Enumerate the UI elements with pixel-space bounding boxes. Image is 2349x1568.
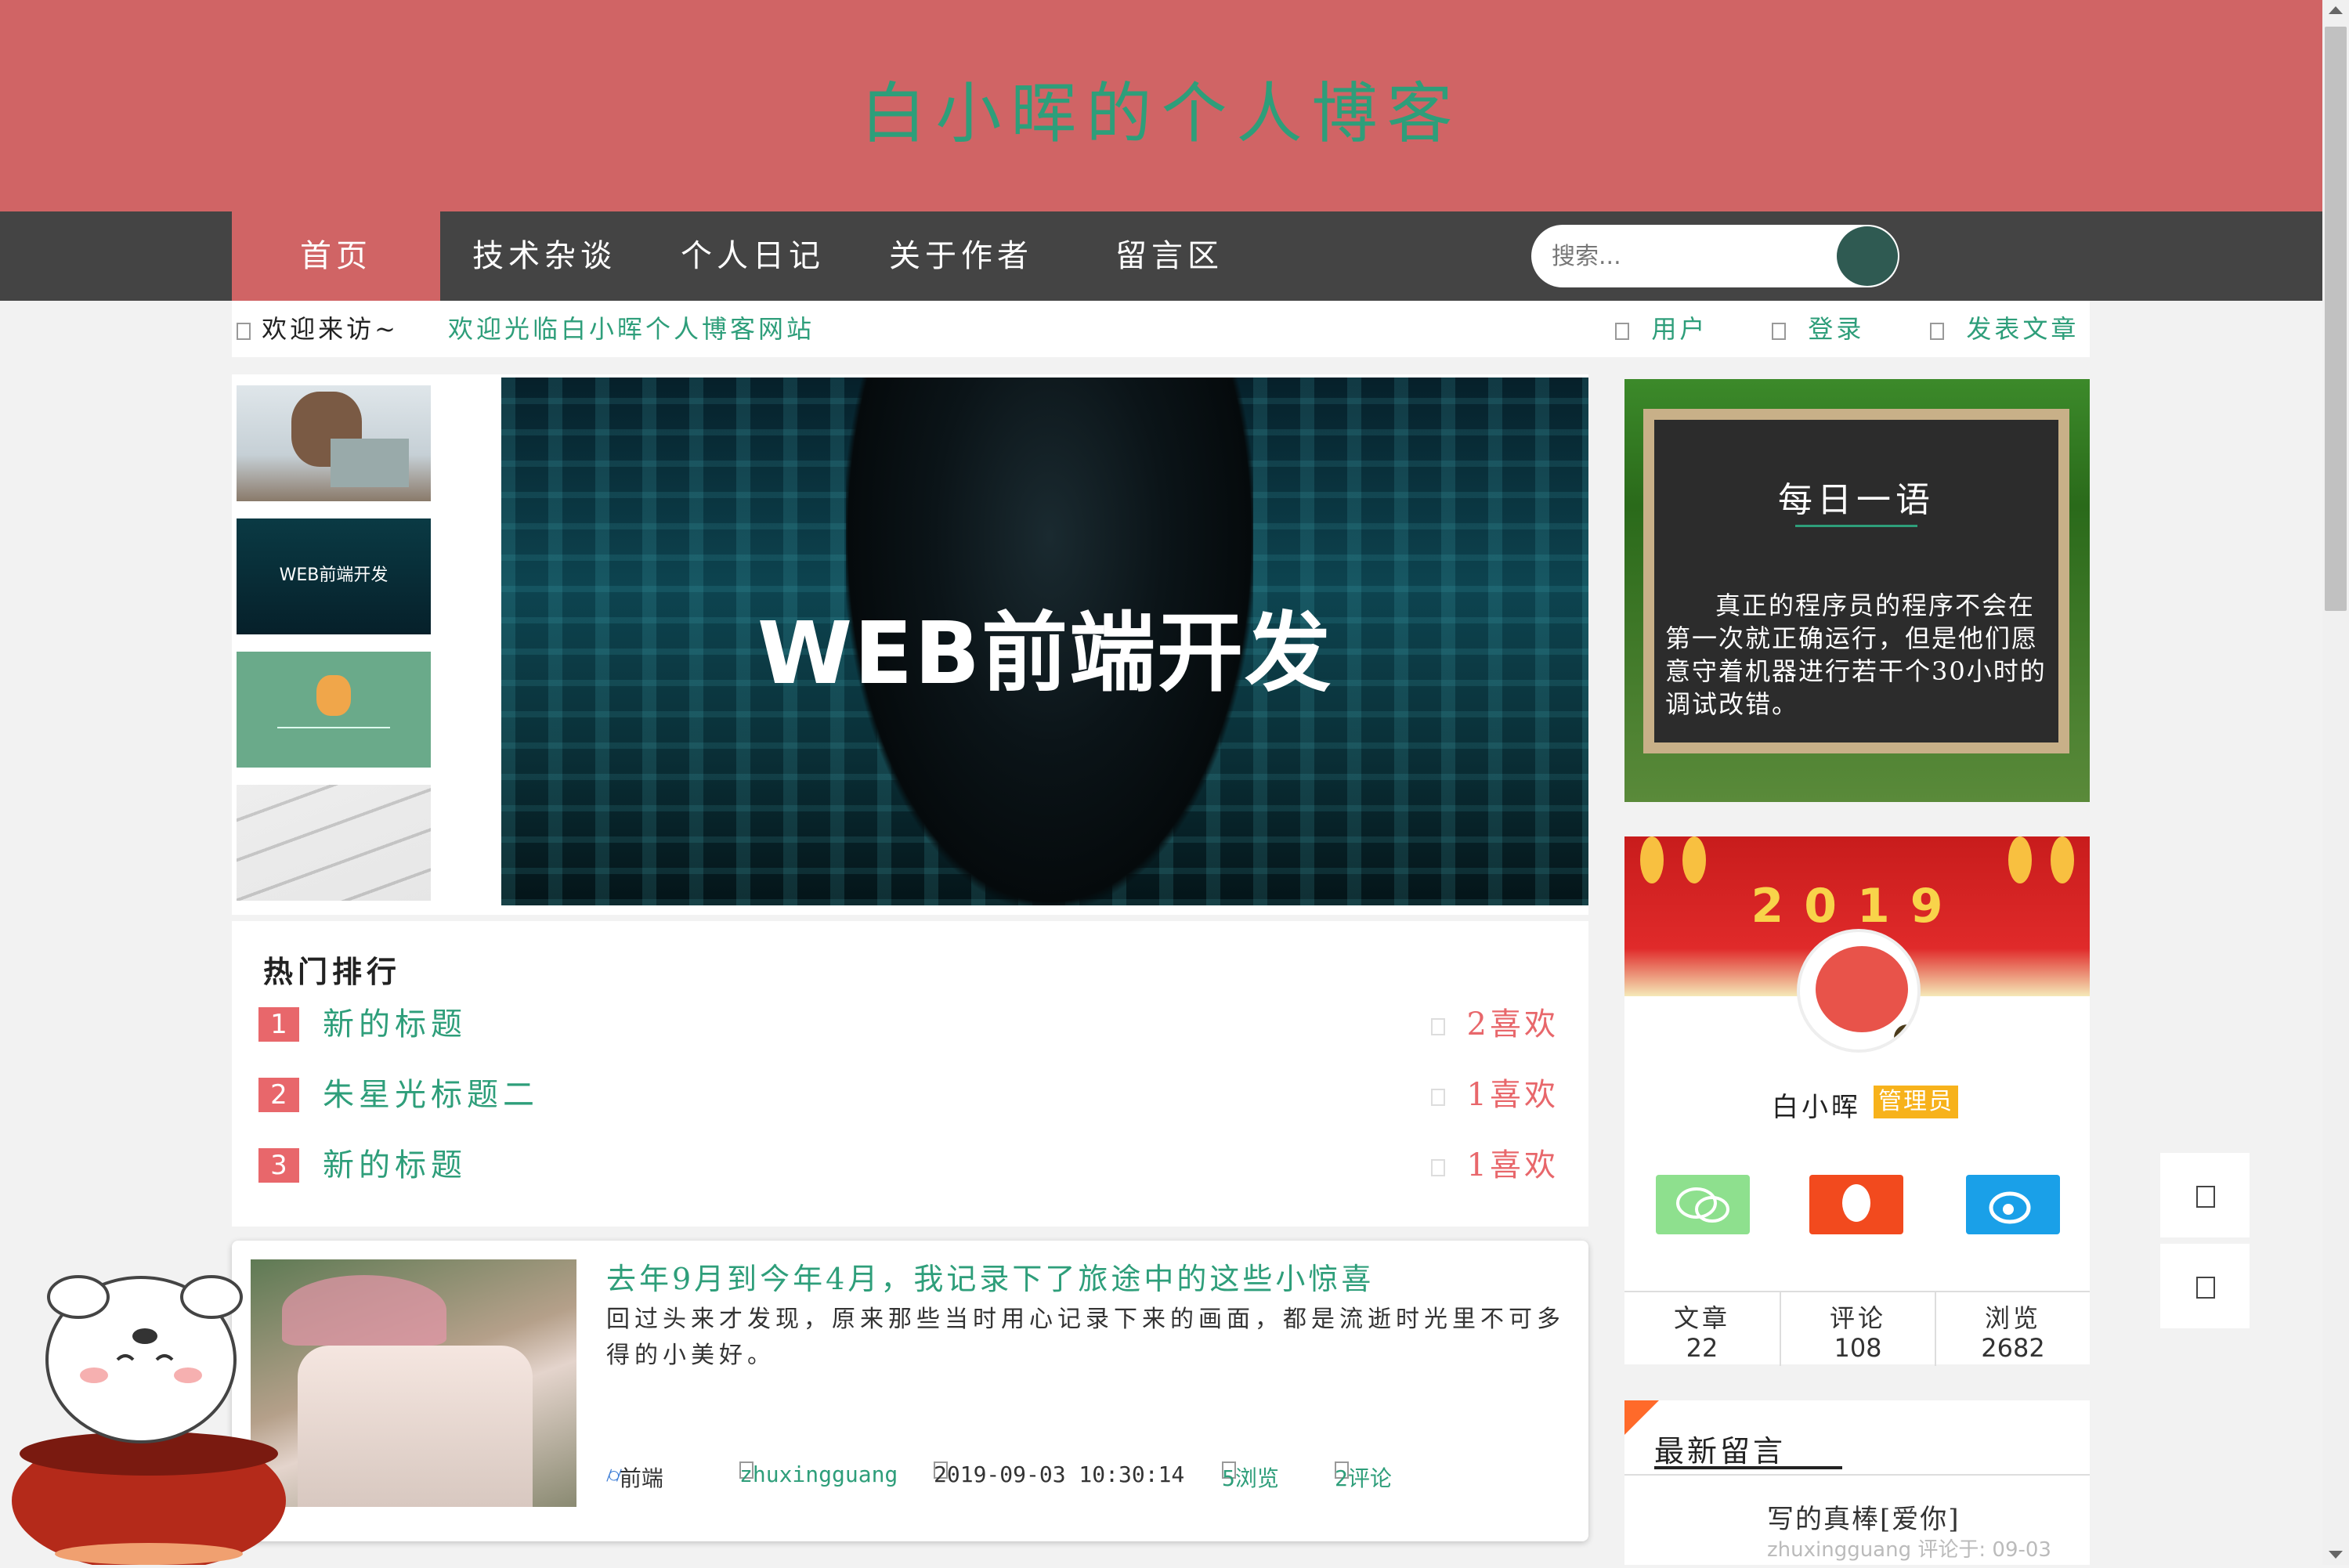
quote-underline [1795,525,1917,527]
nav-guestbook[interactable]: 留言区 [1065,211,1274,301]
crown-icon: ♛ [1894,1024,1917,1050]
float-button-bottom[interactable] [2160,1244,2250,1328]
nav-about[interactable]: 关于作者 [857,211,1065,301]
float-icon [2196,1277,2215,1299]
message-meta: zhuxingguang 评论于: 09-03 [1767,1538,2051,1562]
keyboard-image [237,785,431,901]
rank-badge: 2 [258,1078,299,1112]
post-article-link[interactable]: 发表文章 [1930,301,2079,357]
quote-title: 每日一语 [1778,480,1935,520]
hot-item[interactable]: 3 新的标题 1喜欢 [258,1142,1559,1189]
qq-button[interactable] [1809,1175,1903,1234]
site-title[interactable]: 白小晖的个人博客 [0,61,2322,156]
messages-underline [1654,1466,1842,1469]
scroll-down-icon[interactable] [2329,1551,2343,1559]
nav-tech[interactable]: 技术杂谈 [440,211,649,301]
wechat-button[interactable] [1656,1175,1750,1234]
heart-icon [1430,1159,1445,1176]
welcome-marquee: 欢迎光临白小晖个人博客网站 [448,314,815,344]
likes-count: 2喜欢 [1430,1001,1559,1048]
laptop-image [331,439,409,487]
thumb-3-divider [277,727,390,728]
search-button[interactable] [1837,226,1898,286]
carousel-thumb-1[interactable] [237,385,431,501]
nav-home[interactable]: 首页 [232,211,440,301]
lantern-icon [2008,836,2032,883]
top-info-bar: 欢迎来访~ 欢迎光临白小晖个人博客网站 用户 登录 发表文章 [232,301,2090,357]
admin-badge: 管理员 [1874,1086,1958,1118]
profile-stats: 文章 22 评论 108 浏览 2682 [1624,1291,2090,1366]
lantern-icon [1682,836,1706,883]
article-category: ⌭ 前端 [606,1461,663,1491]
author-name: 白小晖 [1772,1092,1861,1123]
fox-badge-icon [316,675,351,716]
heart-icon [1430,1018,1445,1035]
children-image [298,1346,533,1507]
fox-avatar-image [1816,946,1908,1032]
nav-diary[interactable]: 个人日记 [649,211,857,301]
stat-articles: 文章 22 [1673,1303,1730,1363]
quote-text: 真正的程序员的程序不会在第一次就正确运行，但是他们愿意守着机器进行若干个30小时… [1665,591,2047,719]
post-icon [1930,322,1944,340]
mascot-image [12,1275,286,1568]
article-summary: 回过头来才发现，原来那些当时用心记录下来的画面，都是流逝时光里不可多得的小美好。 [606,1306,1565,1369]
hot-item[interactable]: 2 朱星光标题二 1喜欢 [258,1071,1559,1118]
carousel-thumb-2[interactable]: WEB前端开发 [237,518,431,634]
banner-year: 2019 [1751,879,1964,934]
login-link[interactable]: 登录 [1772,301,1864,357]
site-header: 白小晖的个人博客 [0,0,2322,211]
messages-title: 最新留言 [1654,1434,1787,1469]
scroll-up-icon[interactable] [2329,6,2343,14]
rank-badge: 3 [258,1148,299,1183]
wechat-icon [1676,1187,1729,1223]
carousel-thumb-3[interactable] [237,652,431,768]
dog-in-bowl-mascot[interactable] [0,1242,298,1568]
stat-comments: 评论 108 [1780,1292,1935,1366]
likes-count: 1喜欢 [1430,1071,1559,1118]
author-profile: 2019 ♛ 白小晖 管理员 文章 22 评论 108 浏览 2682 [1624,836,2090,1366]
lantern-icon [2051,836,2074,883]
umbrella-image [282,1275,446,1346]
lantern-icon [1640,836,1664,883]
chalkboard: 每日一语 真正的程序员的程序不会在第一次就正确运行，但是他们愿意守着机器进行若干… [1643,409,2069,753]
login-icon [1772,322,1786,340]
weibo-icon [1989,1191,2031,1224]
hot-ranking: 热门排行 1 新的标题 2喜欢 2 朱星光标题二 1喜欢 3 新的标题 1喜欢 [232,921,1588,1227]
hot-item[interactable]: 1 新的标题 2喜欢 [258,1001,1559,1048]
float-icon [2196,1186,2215,1208]
carousel-thumb-4[interactable] [237,785,431,901]
welcome-area: 欢迎来访~ [237,301,399,357]
hot-item-title[interactable]: 朱星光标题二 [323,1071,539,1118]
carousel: WEB前端开发 WEB前端开发 [232,374,1588,915]
message-text[interactable]: 写的真棒[爱你] [1767,1498,1961,1536]
stat-views: 浏览 2682 [1935,1292,2090,1366]
weibo-button[interactable] [1966,1175,2060,1234]
article-thumbnail[interactable] [251,1259,576,1507]
float-button-top[interactable] [2160,1153,2250,1237]
scrollbar-thumb[interactable] [2325,27,2347,611]
rank-badge: 1 [258,1007,299,1042]
qq-icon [1842,1184,1870,1222]
user-icon [1615,322,1629,340]
daily-quote-card: 每日一语 真正的程序员的程序不会在第一次就正确运行，但是他们愿意守着机器进行若干… [1624,379,2090,802]
main-banner[interactable]: WEB前端开发 [501,378,1588,905]
welcome-icon [237,322,251,340]
hot-item-title[interactable]: 新的标题 [323,1001,467,1048]
avatar[interactable]: ♛ [1797,929,1921,1053]
search-input[interactable] [1552,239,1826,273]
thumb-2-text: WEB前端开发 [279,565,388,585]
likes-count: 1喜欢 [1430,1142,1559,1189]
hot-item-title[interactable]: 新的标题 [323,1142,467,1189]
article-title[interactable]: 去年9月到今年4月，我记录下了旅途中的这些小惊喜 [606,1255,1374,1298]
user-link[interactable]: 用户 [1615,301,1708,357]
welcome-text: 欢迎来访~ [262,314,399,344]
hot-ranking-title: 热门排行 [263,954,402,989]
latest-messages: 最新留言 写的真棒[爱你] zhuxingguang 评论于: 09-03 [1624,1400,2090,1565]
banner-title: WEB前端开发 [757,603,1333,703]
heart-icon [1430,1089,1445,1106]
article-card[interactable]: 去年9月到今年4月，我记录下了旅途中的这些小惊喜 回过头来才发现，原来那些当时用… [232,1241,1588,1541]
main-nav: 首页 技术杂谈 个人日记 关于作者 留言区 [0,211,2322,301]
